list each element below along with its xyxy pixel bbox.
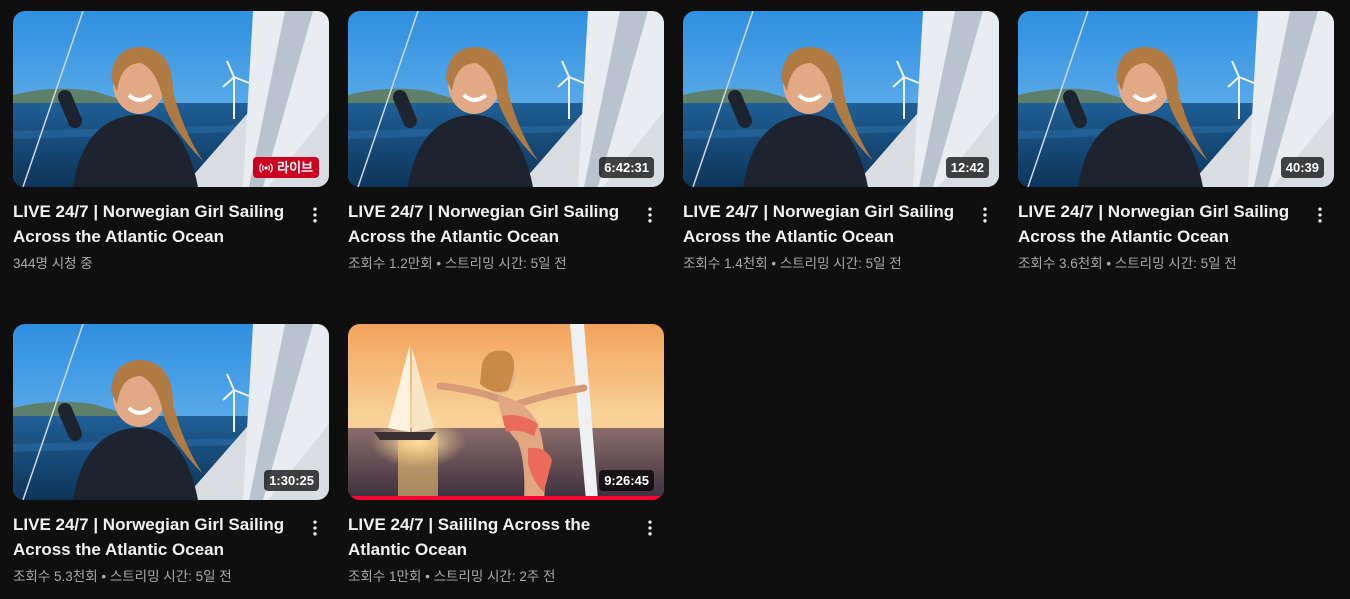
video-details: LIVE 24/7 | Norwegian Girl Sailing Acros…	[13, 187, 329, 274]
more-actions-button[interactable]	[303, 203, 327, 227]
video-details: LIVE 24/7 | Norwegian Girl Sailing Acros…	[13, 500, 329, 587]
more-actions-button[interactable]	[973, 203, 997, 227]
more-vert-icon	[640, 518, 660, 538]
video-meta: 조회수 3.6천회 • 스트리밍 시간: 5일 전	[1018, 256, 1237, 271]
video-thumbnail[interactable]: 40:39	[1018, 11, 1334, 187]
more-actions-button[interactable]	[1308, 203, 1332, 227]
video-card: 40:39 LIVE 24/7 | Norwegian Girl Sailing…	[1018, 11, 1334, 274]
video-card: 라이브 LIVE 24/7 | Norwegian Girl Sailing A…	[13, 11, 329, 274]
more-vert-icon	[640, 205, 660, 225]
duration-badge: 1:30:25	[264, 470, 319, 491]
video-details: LIVE 24/7 | Saililng Across the Atlantic…	[348, 500, 664, 587]
duration-badge: 6:42:31	[599, 157, 654, 178]
video-meta: 조회수 5.3천회 • 스트리밍 시간: 5일 전	[13, 569, 232, 584]
video-meta: 조회수 1.4천회 • 스트리밍 시간: 5일 전	[683, 256, 902, 271]
live-badge-label: 라이브	[277, 160, 313, 175]
video-card: 6:42:31 LIVE 24/7 | Norwegian Girl Saili…	[348, 11, 664, 274]
more-vert-icon	[305, 205, 325, 225]
video-title[interactable]: LIVE 24/7 | Saililng Across the Atlantic…	[348, 512, 628, 562]
more-actions-button[interactable]	[303, 516, 327, 540]
video-card: 9:26:45 LIVE 24/7 | Saililng Across the …	[348, 324, 664, 587]
video-thumbnail[interactable]: 12:42	[683, 11, 999, 187]
video-thumbnail[interactable]: 9:26:45	[348, 324, 664, 500]
video-title[interactable]: LIVE 24/7 | Norwegian Girl Sailing Acros…	[13, 512, 293, 562]
video-thumbnail[interactable]: 6:42:31	[348, 11, 664, 187]
video-title[interactable]: LIVE 24/7 | Norwegian Girl Sailing Acros…	[13, 199, 293, 249]
video-title[interactable]: LIVE 24/7 | Norwegian Girl Sailing Acros…	[348, 199, 628, 249]
video-details: LIVE 24/7 | Norwegian Girl Sailing Acros…	[1018, 187, 1334, 274]
video-details: LIVE 24/7 | Norwegian Girl Sailing Acros…	[348, 187, 664, 274]
more-actions-button[interactable]	[638, 203, 662, 227]
video-details: LIVE 24/7 | Norwegian Girl Sailing Acros…	[683, 187, 999, 274]
video-title[interactable]: LIVE 24/7 | Norwegian Girl Sailing Acros…	[1018, 199, 1298, 249]
live-broadcast-icon	[259, 162, 273, 173]
video-thumbnail[interactable]: 라이브	[13, 11, 329, 187]
duration-badge: 40:39	[1280, 157, 1324, 178]
live-badge: 라이브	[253, 157, 319, 178]
more-vert-icon	[975, 205, 995, 225]
video-grid: 라이브 LIVE 24/7 | Norwegian Girl Sailing A…	[0, 0, 1350, 599]
duration-badge: 12:42	[945, 157, 989, 178]
video-meta: 조회수 1만회 • 스트리밍 시간: 2주 전	[348, 569, 556, 584]
video-title[interactable]: LIVE 24/7 | Norwegian Girl Sailing Acros…	[683, 199, 963, 249]
video-card: 1:30:25 LIVE 24/7 | Norwegian Girl Saili…	[13, 324, 329, 587]
more-vert-icon	[1310, 205, 1330, 225]
duration-badge: 9:26:45	[599, 470, 654, 491]
more-actions-button[interactable]	[638, 516, 662, 540]
more-vert-icon	[305, 518, 325, 538]
video-meta: 344명 시청 중	[13, 256, 93, 271]
video-meta: 조회수 1.2만회 • 스트리밍 시간: 5일 전	[348, 256, 567, 271]
video-thumbnail[interactable]: 1:30:25	[13, 324, 329, 500]
video-card: 12:42 LIVE 24/7 | Norwegian Girl Sailing…	[683, 11, 999, 274]
